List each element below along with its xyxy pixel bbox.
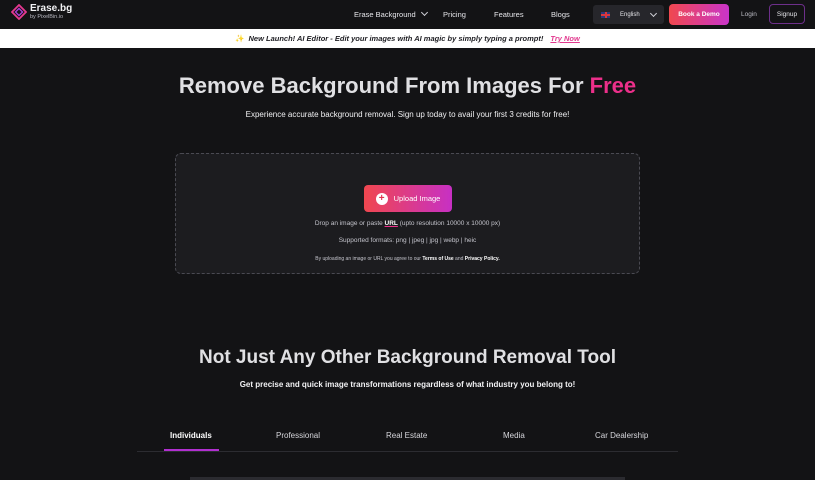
uk-flag-icon bbox=[601, 11, 610, 18]
paste-url-link[interactable]: URL bbox=[385, 220, 398, 227]
hero-title: Remove Background From Images For Free bbox=[0, 73, 815, 99]
plus-icon: + bbox=[375, 192, 388, 205]
section-title: Not Just Any Other Background Removal To… bbox=[199, 347, 616, 368]
logo-subtitle: by PixelBin.io bbox=[30, 14, 64, 20]
upload-image-label: Upload Image bbox=[393, 194, 441, 203]
terms-notice: By uploading an image or URL you agree t… bbox=[176, 256, 639, 262]
privacy-policy-link[interactable]: Privacy Policy. bbox=[465, 256, 500, 262]
logo-icon bbox=[11, 4, 27, 21]
tab-media[interactable]: Media bbox=[503, 431, 525, 440]
book-demo-button[interactable]: Book a Demo bbox=[669, 4, 729, 25]
tab-individuals[interactable]: Individuals bbox=[170, 431, 212, 440]
nav-blogs[interactable]: Blogs bbox=[551, 10, 570, 19]
nav-erase-background-label: Erase Background bbox=[354, 10, 416, 19]
banner-text: New Launch! AI Editor - Edit your images… bbox=[248, 34, 544, 43]
logo[interactable]: Erase.bg by PixelBin.io bbox=[11, 4, 72, 21]
upload-image-button[interactable]: + Upload Image bbox=[364, 185, 452, 212]
sparkle-icon: ✨ bbox=[235, 34, 245, 43]
terms-prefix: By uploading an image or URL you agree t… bbox=[315, 256, 423, 262]
hero-title-main: Remove Background From Images For bbox=[178, 73, 590, 98]
chevron-down-icon bbox=[420, 8, 428, 17]
terms-mid: and bbox=[453, 256, 465, 262]
try-now-link[interactable]: Try Now bbox=[550, 34, 579, 43]
language-label: English bbox=[620, 11, 640, 18]
signup-button[interactable]: Signup bbox=[769, 4, 805, 24]
nav-erase-background[interactable]: Erase Background bbox=[354, 8, 428, 19]
chevron-down-icon bbox=[649, 9, 658, 18]
drop-instructions: Drop an image or paste URL (upto resolut… bbox=[176, 220, 639, 227]
announcement-banner: ✨ New Launch! AI Editor - Edit your imag… bbox=[0, 29, 815, 48]
nav-pricing[interactable]: Pricing bbox=[443, 10, 466, 19]
hero-subtitle: Experience accurate background removal. … bbox=[245, 110, 570, 119]
top-nav: Erase.bg by PixelBin.io Erase Background… bbox=[0, 0, 815, 29]
section-subtitle: Get precise and quick image transformati… bbox=[239, 380, 576, 389]
language-selector[interactable]: English bbox=[593, 5, 664, 24]
active-tab-indicator bbox=[164, 449, 219, 451]
terms-of-use-link[interactable]: Terms of Use bbox=[422, 256, 453, 262]
supported-formats: Supported formats: png | jpeg | jpg | we… bbox=[338, 237, 477, 244]
hero-title-accent: Free bbox=[589, 73, 637, 98]
login-link[interactable]: Login bbox=[741, 11, 757, 18]
tab-professional[interactable]: Professional bbox=[276, 431, 320, 440]
nav-features[interactable]: Features bbox=[494, 10, 524, 19]
tab-real-estate[interactable]: Real Estate bbox=[386, 431, 427, 440]
upload-dropzone[interactable]: + Upload Image Drop an image or paste UR… bbox=[175, 153, 640, 274]
drop-suffix: (upto resolution 10000 x 10000 px) bbox=[397, 220, 501, 227]
industry-tabs: Individuals Professional Real Estate Med… bbox=[137, 425, 678, 452]
logo-name: Erase.bg bbox=[30, 3, 73, 14]
tab-car-dealership[interactable]: Car Dealership bbox=[595, 431, 648, 440]
drop-prefix: Drop an image or paste bbox=[314, 220, 385, 227]
